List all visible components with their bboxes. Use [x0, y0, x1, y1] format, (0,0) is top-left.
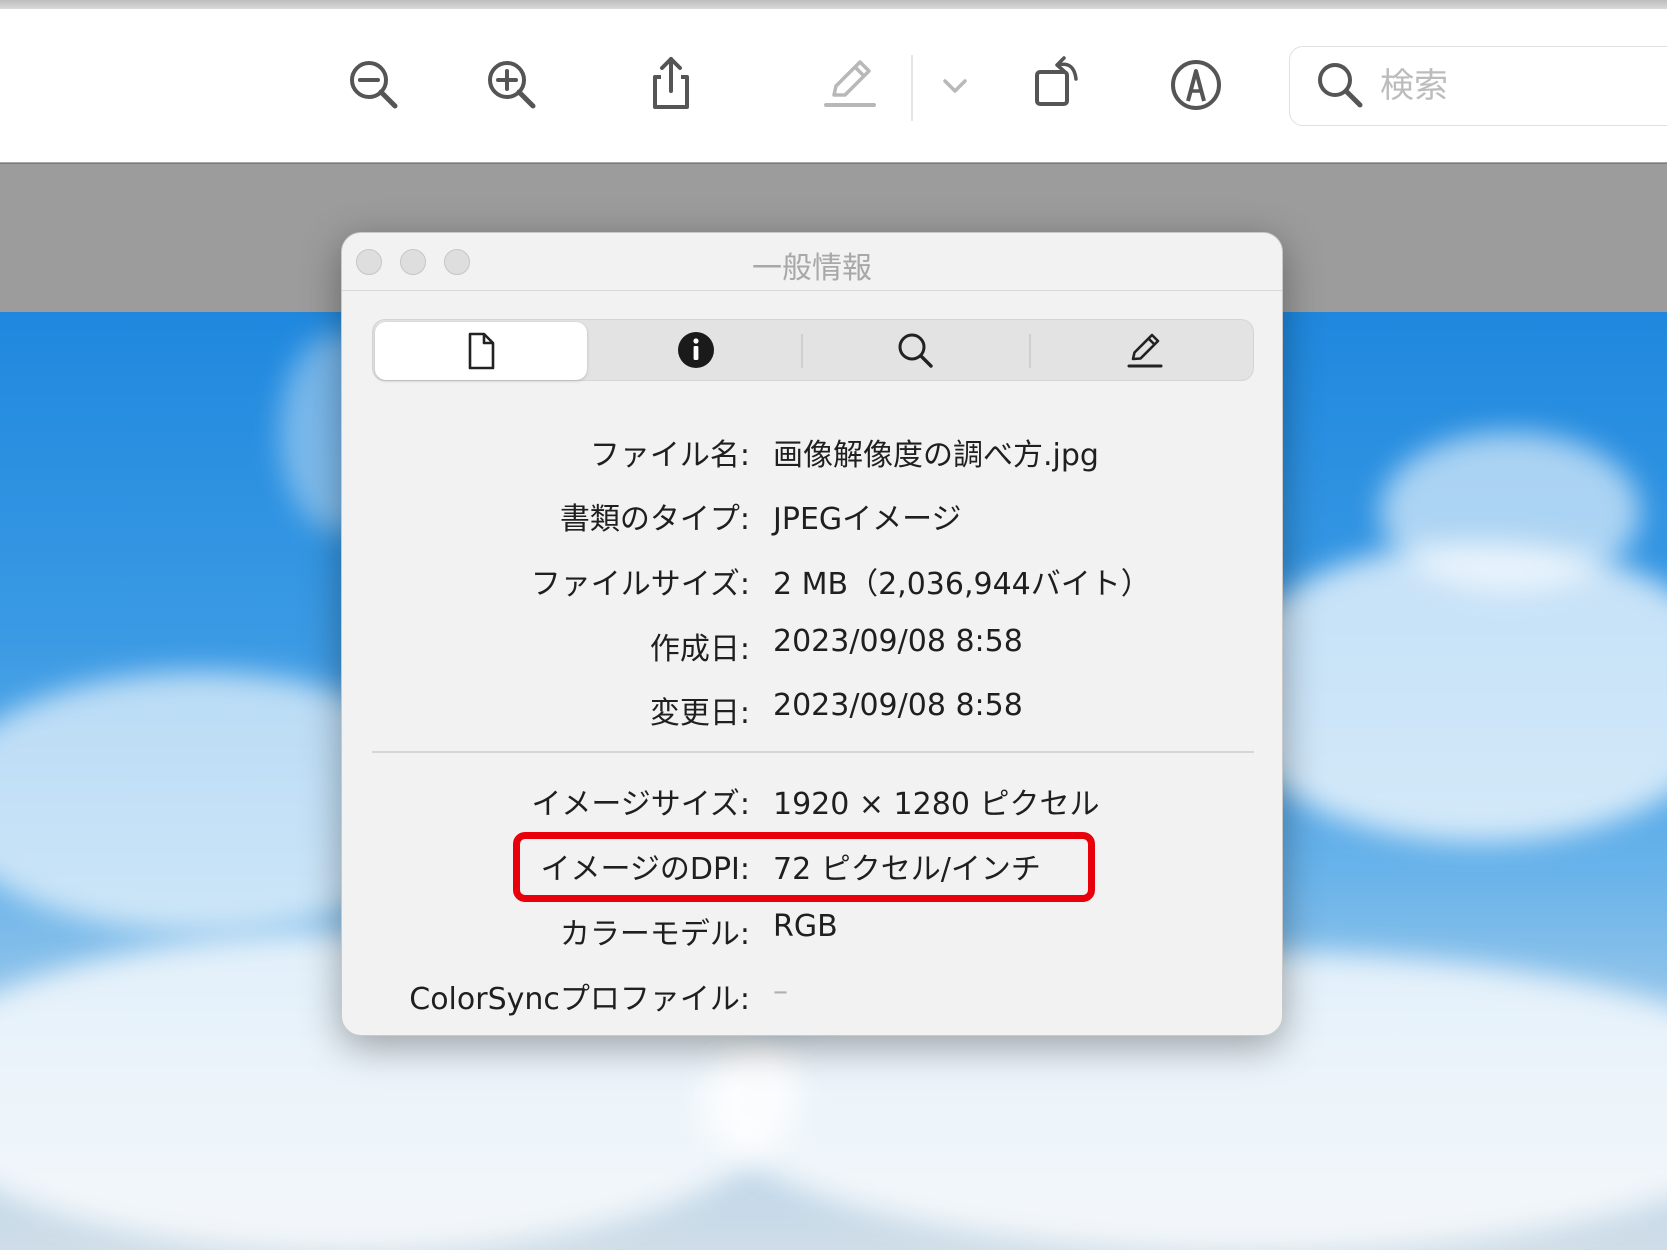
tab-divider: [1029, 334, 1031, 368]
search-input[interactable]: [1380, 61, 1667, 111]
search-icon: [898, 333, 933, 368]
inspector-panel: 一般情報 ファイル名: 画像解像度の調べ方.jpg 書類のタイプ: JPEGイメ…: [341, 232, 1283, 1036]
window-top-edge: [0, 0, 1667, 9]
info-label: ColorSyncプロファイル:: [409, 982, 750, 1017]
inspector-tabs: [372, 319, 1254, 381]
info-value: –: [773, 974, 788, 1009]
preview-toolbar: [0, 9, 1667, 163]
info-row-color-model: カラーモデル: RGB: [342, 909, 1282, 959]
share-icon[interactable]: [641, 53, 701, 113]
info-row-created: 作成日: 2023/09/08 8:58: [342, 624, 1282, 674]
document-icon: [468, 332, 495, 370]
info-row-image-dpi: イメージのDPI: 72 ピクセル/インチ: [342, 844, 1282, 894]
zoom-out-icon[interactable]: [344, 55, 404, 115]
info-row-document-type: 書類のタイプ: JPEGイメージ: [342, 494, 1282, 544]
search-icon: [1314, 59, 1366, 111]
info-value: JPEGイメージ: [773, 502, 962, 537]
inspector-title: 一般情報: [752, 251, 872, 286]
tab-info[interactable]: [599, 320, 793, 380]
info-label: イメージのDPI:: [540, 852, 750, 887]
info-icon: [678, 332, 714, 368]
info-row-colorsync-profile: ColorSyncプロファイル: –: [342, 974, 1282, 1024]
info-value: 2023/09/08 8:58: [773, 624, 1023, 659]
markup-pen-icon[interactable]: [820, 53, 880, 113]
info-label: カラーモデル:: [559, 917, 750, 952]
info-value: 2 MB（2,036,944バイト）: [773, 567, 1151, 602]
info-label: ファイルサイズ:: [530, 567, 750, 602]
info-row-file-name: ファイル名: 画像解像度の調べ方.jpg: [342, 430, 1282, 480]
info-row-file-size: ファイルサイズ: 2 MB（2,036,944バイト）: [342, 559, 1282, 609]
tab-annotations[interactable]: [1037, 320, 1253, 380]
info-label: 変更日:: [649, 696, 750, 731]
info-row-modified: 変更日: 2023/09/08 8:58: [342, 688, 1282, 738]
tab-search[interactable]: [809, 320, 1021, 380]
toolbar-separator: [911, 55, 913, 121]
info-row-image-size: イメージサイズ: 1920 × 1280 ピクセル: [342, 779, 1282, 829]
zoom-in-icon[interactable]: [482, 55, 542, 115]
search-field[interactable]: [1289, 46, 1667, 126]
info-label: ファイル名:: [589, 438, 750, 473]
pencil-icon: [1127, 333, 1163, 368]
tab-general[interactable]: [375, 322, 587, 380]
info-label: 書類のタイプ:: [559, 502, 750, 537]
info-value: 1920 × 1280 ピクセル: [773, 787, 1100, 822]
inspector-titlebar[interactable]: 一般情報: [342, 233, 1282, 291]
info-label: 作成日:: [649, 632, 750, 667]
rotate-icon[interactable]: [1028, 51, 1088, 111]
info-label: イメージサイズ:: [531, 787, 750, 822]
section-divider: [372, 751, 1254, 753]
tab-divider: [801, 334, 803, 368]
annotate-icon[interactable]: [1166, 55, 1226, 115]
info-value: 72 ピクセル/インチ: [773, 852, 1041, 887]
info-value: 2023/09/08 8:58: [773, 688, 1023, 723]
info-value: RGB: [773, 909, 838, 944]
info-value: 画像解像度の調べ方.jpg: [773, 438, 1099, 473]
chevron-down-icon[interactable]: [938, 69, 972, 103]
